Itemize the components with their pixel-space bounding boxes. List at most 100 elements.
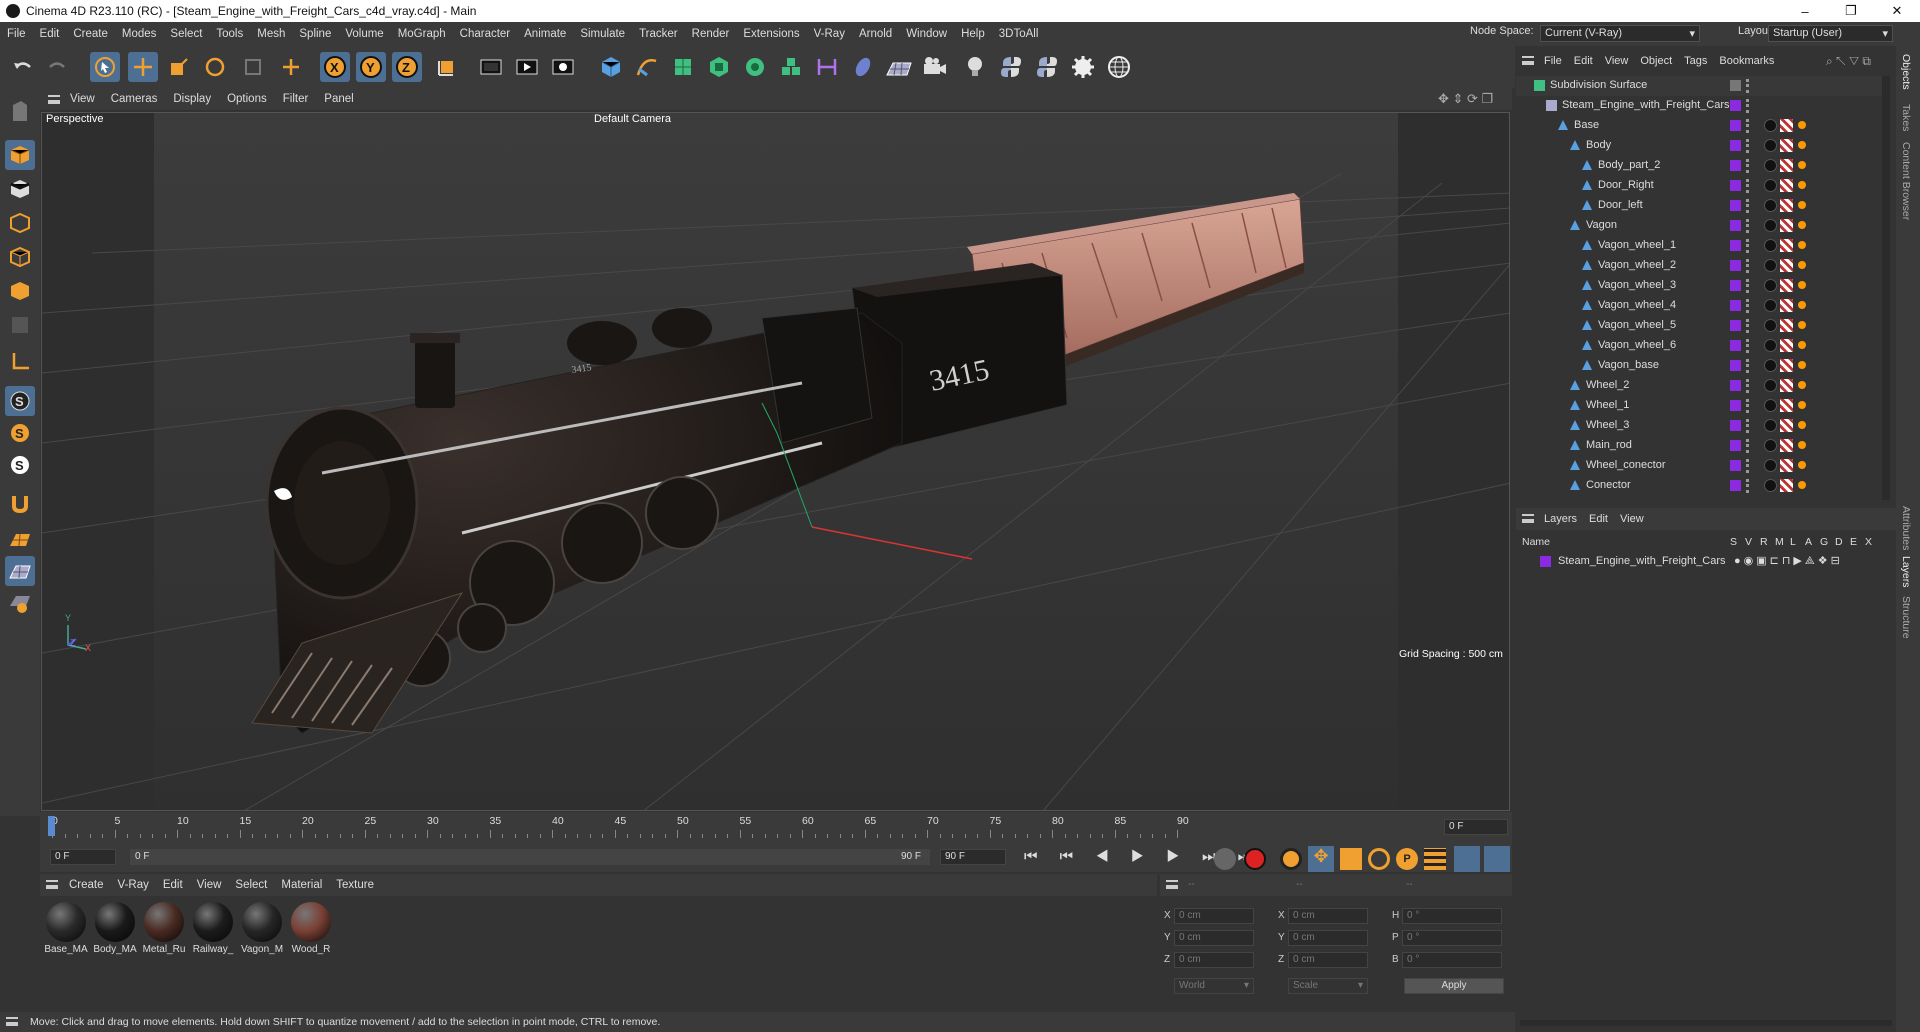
subdivision-surface-icon[interactable] — [668, 52, 698, 82]
hamburger-icon[interactable] — [1522, 56, 1534, 65]
vray-tag-icon[interactable] — [1798, 161, 1806, 169]
layer-color-swatch[interactable] — [1730, 160, 1741, 171]
vray-tag-icon[interactable] — [1798, 481, 1806, 489]
vray-tag-icon[interactable] — [1798, 301, 1806, 309]
mat-menu-create[interactable]: Create — [62, 879, 111, 891]
menu-v-ray[interactable]: V-Ray — [807, 28, 852, 40]
mat-menu-view[interactable]: View — [190, 879, 229, 891]
object-row[interactable]: Wheel_conector — [1516, 456, 1882, 476]
layer-color-swatch[interactable] — [1730, 240, 1741, 251]
object-row[interactable]: Vagon_wheel_1 — [1516, 236, 1882, 256]
object-row[interactable]: Body — [1516, 136, 1882, 156]
uv-mode-icon[interactable] — [5, 310, 35, 340]
material-tag-icon[interactable] — [1764, 459, 1777, 472]
object-row[interactable]: Wheel_1 — [1516, 396, 1882, 416]
visibility-dots-icon[interactable] — [1746, 159, 1750, 173]
texture-tag-icon[interactable] — [1780, 439, 1793, 452]
cloner-icon[interactable] — [740, 52, 770, 82]
menu-spline[interactable]: Spline — [292, 28, 338, 40]
coord-value-field[interactable]: 0 ° — [1402, 930, 1502, 946]
vray-tag-icon[interactable] — [1798, 201, 1806, 209]
layer-column-header[interactable]: E — [1850, 536, 1857, 548]
coord-value-field[interactable]: 0 cm — [1174, 952, 1254, 968]
vray-tag-icon[interactable] — [1798, 181, 1806, 189]
gear-icon[interactable] — [1068, 52, 1098, 82]
obj-menu-bookmarks[interactable]: Bookmarks — [1713, 55, 1780, 67]
obj-menu-file[interactable]: File — [1538, 55, 1568, 67]
layer-color-swatch[interactable] — [1730, 120, 1741, 131]
layer-color-swatch[interactable] — [1730, 460, 1741, 471]
mat-menu-texture[interactable]: Texture — [329, 879, 381, 891]
layer-color-swatch[interactable] — [1730, 280, 1741, 291]
viewport-navigation-icons[interactable]: ✥ ⇕ ⟳ ❐ — [1430, 91, 1501, 107]
vray-tag-icon[interactable] — [1798, 321, 1806, 329]
motion-system-icon[interactable] — [1454, 846, 1480, 872]
visibility-dots-icon[interactable] — [1746, 239, 1750, 253]
camera-icon[interactable] — [920, 52, 950, 82]
vray-tag-icon[interactable] — [1798, 441, 1806, 449]
menu-3dtoall[interactable]: 3DToAll — [992, 28, 1046, 40]
frame-range-slider[interactable]: 0 F 90 F — [130, 849, 930, 865]
current-frame-field[interactable]: 0 F — [1444, 819, 1508, 835]
coord-scale-dropdown[interactable]: Scale ▾ — [1288, 978, 1368, 994]
object-scrollbar[interactable] — [1882, 76, 1890, 500]
object-row[interactable]: Door_left — [1516, 196, 1882, 216]
recent-tool-icon[interactable] — [238, 52, 268, 82]
perspective-label[interactable]: Perspective — [46, 113, 103, 125]
texture-tag-icon[interactable] — [1780, 219, 1793, 232]
menu-volume[interactable]: Volume — [338, 28, 390, 40]
visibility-dots-icon[interactable] — [1746, 419, 1750, 433]
material-tag-icon[interactable] — [1764, 379, 1777, 392]
layer-color-swatch[interactable] — [1730, 440, 1741, 451]
coordinate-tool-icon[interactable] — [276, 52, 306, 82]
material-swatch[interactable]: Base_MA — [44, 902, 88, 955]
key-position-icon[interactable]: ✥ — [1308, 846, 1334, 872]
layer-flag-icons[interactable]: ●◉▣⊏⊓▶⟁❖⊟ — [1734, 554, 1843, 568]
material-tag-icon[interactable] — [1764, 439, 1777, 452]
object-row[interactable]: Steam_Engine_with_Freight_Cars — [1516, 96, 1882, 116]
coord-value-field[interactable]: 0 cm — [1174, 908, 1254, 924]
menu-extensions[interactable]: Extensions — [736, 28, 806, 40]
layer-color-swatch[interactable] — [1730, 140, 1741, 151]
render-picture-viewer-icon[interactable] — [512, 52, 542, 82]
object-row[interactable]: Vagon_wheel_4 — [1516, 296, 1882, 316]
floor-icon[interactable] — [884, 52, 914, 82]
material-tag-icon[interactable] — [1764, 179, 1777, 192]
menu-edit[interactable]: Edit — [33, 28, 67, 40]
object-row[interactable]: Vagon_base — [1516, 356, 1882, 376]
make-editable-icon[interactable] — [5, 96, 35, 126]
apply-button[interactable]: Apply — [1404, 978, 1504, 994]
vray-tag-icon[interactable] — [1798, 381, 1806, 389]
object-row[interactable]: Wheel_3 — [1516, 416, 1882, 436]
select-tool-icon[interactable] — [90, 52, 120, 82]
visibility-dots-icon[interactable] — [1746, 219, 1750, 233]
layer-color-swatch[interactable] — [1730, 380, 1741, 391]
texture-tag-icon[interactable] — [1780, 339, 1793, 352]
layer-color-swatch[interactable] — [1730, 480, 1741, 491]
timeline-window-icon[interactable] — [1484, 846, 1510, 872]
material-tag-icon[interactable] — [1764, 399, 1777, 412]
hamburger-icon[interactable] — [6, 1017, 18, 1026]
material-tag-icon[interactable] — [1764, 419, 1777, 432]
obj-menu-object[interactable]: Object — [1634, 55, 1678, 67]
vray-tag-icon[interactable] — [1798, 401, 1806, 409]
visibility-dots-icon[interactable] — [1746, 379, 1750, 393]
object-row[interactable]: Vagon_wheel_3 — [1516, 276, 1882, 296]
material-tag-icon[interactable] — [1764, 359, 1777, 372]
material-tag-icon[interactable] — [1764, 159, 1777, 172]
object-row[interactable]: Body_part_2 — [1516, 156, 1882, 176]
texture-tag-icon[interactable] — [1780, 239, 1793, 252]
material-swatch[interactable]: Metal_Ru — [142, 902, 186, 955]
layer-color-swatch[interactable] — [1730, 260, 1741, 271]
menu-window[interactable]: Window — [899, 28, 954, 40]
render-view-icon[interactable] — [476, 52, 506, 82]
polygon-mode-icon[interactable] — [5, 276, 35, 306]
visibility-dots-icon[interactable] — [1746, 399, 1750, 413]
menu-simulate[interactable]: Simulate — [573, 28, 632, 40]
vray-tag-icon[interactable] — [1798, 421, 1806, 429]
material-swatch[interactable]: Body_MA — [93, 902, 137, 955]
menu-render[interactable]: Render — [685, 28, 737, 40]
x-axis-lock-icon[interactable]: X — [320, 52, 350, 82]
layer-column-header[interactable]: S — [1730, 536, 1737, 548]
node-space-dropdown[interactable]: Current (V-Ray) ▾ — [1540, 25, 1700, 42]
